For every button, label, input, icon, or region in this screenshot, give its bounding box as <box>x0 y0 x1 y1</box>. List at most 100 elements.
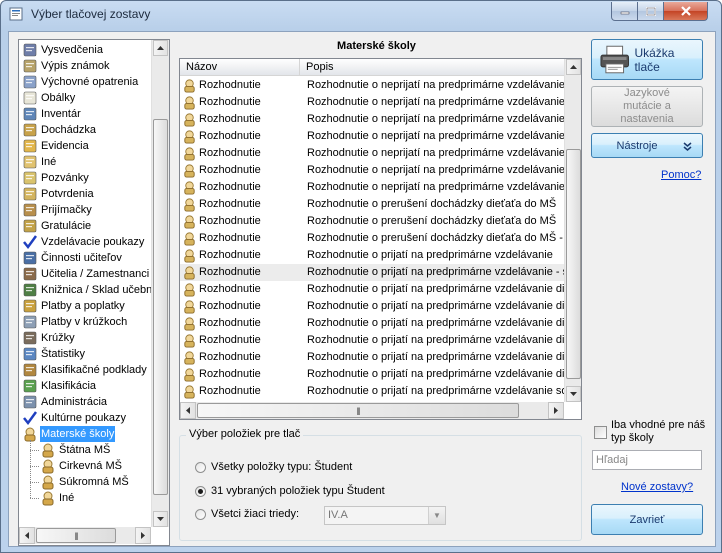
scroll-up-button[interactable] <box>153 40 168 56</box>
list-row[interactable]: Rozhodnutie Rozhodnutie o neprijatí na pr… <box>180 94 564 111</box>
class-select-value: IV.A <box>328 509 348 521</box>
print-preview-label: Ukážka tlače <box>634 45 675 74</box>
list-hscroll-thumb[interactable]: ||| <box>197 403 519 418</box>
scroll-right-button[interactable] <box>135 527 151 544</box>
column-header-description[interactable]: Popis <box>300 59 570 76</box>
grip-icon: ||| <box>74 531 78 540</box>
list-scroll-left-button[interactable] <box>180 402 196 419</box>
row-name: Rozhodnutie <box>199 79 261 91</box>
help-link[interactable]: Pomoc? <box>661 169 701 181</box>
row-description: Rozhodnutie o prijatí na predprimárne vz… <box>307 266 564 278</box>
other-icon <box>22 154 38 170</box>
admission-icon <box>22 202 38 218</box>
window-title: Výber tlačovej zostavy <box>31 7 151 21</box>
payment-icon <box>22 298 38 314</box>
tree-horizontal-scrollbar[interactable]: ||| <box>19 527 151 544</box>
row-name: Rozhodnutie <box>199 334 261 346</box>
suitable-only-label[interactable]: Iba vhodné pre náš typ školy <box>611 419 711 445</box>
list-row[interactable]: Rozhodnutie Rozhodnutie o neprijatí na pr… <box>180 162 564 179</box>
arrow-up-icon <box>570 65 577 69</box>
title-bar[interactable]: Výber tlačovej zostavy <box>1 1 721 27</box>
row-description: Rozhodnutie o prijatí na predprimárne vz… <box>307 317 564 329</box>
list-row[interactable]: Rozhodnutie Rozhodnutie o neprijatí na pr… <box>180 128 564 145</box>
list-row[interactable]: Rozhodnutie Rozhodnutie o prijatí na pred… <box>180 247 564 264</box>
list-row[interactable]: Rozhodnutie Rozhodnutie o neprijatí na pr… <box>180 145 564 162</box>
column-header-name[interactable]: Názov <box>180 59 300 76</box>
list-title: Materské školy <box>337 40 416 52</box>
teacher-activity-icon <box>22 250 38 266</box>
radio-selected-items-label[interactable]: 31 vybraných položiek typu Študent <box>211 485 385 497</box>
list-row[interactable]: Rozhodnutie Rozhodnutie o prijatí na pred… <box>180 332 564 349</box>
row-description: Rozhodnutie o prerušení dochádzky dieťať… <box>307 232 564 244</box>
radio-all-items-label[interactable]: Všetky položky typu: Študent <box>211 461 352 473</box>
list-vertical-scrollbar[interactable] <box>564 59 581 402</box>
tree-vertical-scrollbar[interactable] <box>151 40 169 527</box>
list-row[interactable]: Rozhodnutie Rozhodnutie o prerušení dochá… <box>180 213 564 230</box>
print-preview-button[interactable]: Ukážka tlače <box>591 39 703 80</box>
radio-all-items[interactable] <box>195 462 206 473</box>
close-button[interactable]: Zavrieť <box>591 504 703 535</box>
list-row[interactable]: Rozhodnutie Rozhodnutie o prijatí na pred… <box>180 315 564 332</box>
tree-scroll-thumb[interactable] <box>153 119 168 495</box>
classification-docs-icon <box>22 362 38 378</box>
radio-class-students[interactable] <box>195 509 206 520</box>
class-select[interactable]: IV.A ▼ <box>324 506 446 525</box>
row-description: Rozhodnutie o neprijatí na predprimárne … <box>307 96 564 108</box>
chevron-down-icon: ▼ <box>428 507 445 524</box>
list-row[interactable]: Rozhodnutie Rozhodnutie o prijatí na pred… <box>180 264 564 281</box>
list-row[interactable]: Rozhodnutie Rozhodnutie o prijatí na pred… <box>180 383 564 400</box>
folder-icon <box>22 138 38 154</box>
search-input[interactable]: Hľadaj <box>592 450 702 470</box>
list-row[interactable]: Rozhodnutie Rozhodnutie o prijatí na pred… <box>180 298 564 315</box>
report-list[interactable]: Názov Popis Rozhodnutie Rozhodnutie o nep… <box>179 58 582 420</box>
tree-item-label: Učitelia / Zamestnanci <box>41 268 150 280</box>
dialog-client: Vysvedčenia Výpis známok Výchovné opatreni… <box>8 31 716 547</box>
document-icon <box>182 265 197 280</box>
list-scroll-up-button[interactable] <box>566 59 581 75</box>
radio-class-students-label[interactable]: Všetci žiaci triedy: <box>211 508 299 520</box>
list-scroll-thumb[interactable] <box>566 149 581 379</box>
grades-icon <box>22 58 38 74</box>
category-tree[interactable]: Vysvedčenia Výpis známok Výchovné opatreni… <box>18 39 170 546</box>
row-description: Rozhodnutie o neprijatí na predprimárne … <box>307 181 564 193</box>
tree-item-label: Klasifikačné podklady <box>41 364 147 376</box>
list-scroll-down-button[interactable] <box>566 386 581 402</box>
list-row[interactable]: Rozhodnutie Rozhodnutie o neprijatí na pr… <box>180 111 564 128</box>
checkmark-icon <box>22 234 38 250</box>
tools-button[interactable]: Nástroje <box>591 133 703 158</box>
list-horizontal-scrollbar[interactable]: ||| <box>180 402 564 419</box>
document-icon <box>182 146 197 161</box>
tree-item-label: Vzdelávacie poukazy <box>41 236 145 248</box>
row-description: Rozhodnutie o neprijatí na predprimárne … <box>307 130 564 142</box>
list-row[interactable]: Rozhodnutie Rozhodnutie o neprijatí na pr… <box>180 179 564 196</box>
list-row[interactable]: Rozhodnutie Rozhodnutie o prerušení dochá… <box>180 196 564 213</box>
scroll-left-button[interactable] <box>19 527 35 544</box>
list-row[interactable]: Rozhodnutie Rozhodnutie o neprijatí na pr… <box>180 77 564 94</box>
row-description: Rozhodnutie o neprijatí na predprimárne … <box>307 79 564 91</box>
row-name: Rozhodnutie <box>199 96 261 108</box>
minimize-button[interactable] <box>611 2 638 21</box>
new-reports-link[interactable]: Nové zostavy? <box>621 481 693 493</box>
scroll-down-button[interactable] <box>153 511 168 527</box>
list-row[interactable]: Rozhodnutie Rozhodnutie o prijatí na pred… <box>180 349 564 366</box>
list-row[interactable]: Rozhodnutie Rozhodnutie o prijatí na pred… <box>180 366 564 383</box>
clubs-icon <box>22 330 38 346</box>
close-window-button[interactable] <box>663 2 708 21</box>
grip-icon: ||| <box>356 406 360 415</box>
list-row[interactable]: Rozhodnutie Rozhodnutie o prerušení dochá… <box>180 230 564 247</box>
document-icon <box>182 231 197 246</box>
tree-hscroll-thumb[interactable]: ||| <box>36 528 116 543</box>
list-row[interactable]: Rozhodnutie Rozhodnutie o prijatí na pred… <box>180 281 564 298</box>
suitable-only-checkbox[interactable] <box>594 426 607 439</box>
radio-selected-items[interactable] <box>195 486 206 497</box>
tree-connector-line <box>30 440 31 498</box>
document-icon <box>182 197 197 212</box>
tree-item-label: Krúžky <box>41 332 75 344</box>
tree-subitem-label: Cirkevná MŠ <box>59 460 122 472</box>
language-settings-button[interactable]: Jazykové mutácie a nastavenia <box>591 86 703 127</box>
maximize-button[interactable] <box>637 2 664 21</box>
row-name: Rozhodnutie <box>199 300 261 312</box>
document-icon <box>182 384 197 399</box>
list-scroll-right-button[interactable] <box>548 402 564 419</box>
row-description: Rozhodnutie o prerušení dochádzky dieťať… <box>307 198 557 210</box>
